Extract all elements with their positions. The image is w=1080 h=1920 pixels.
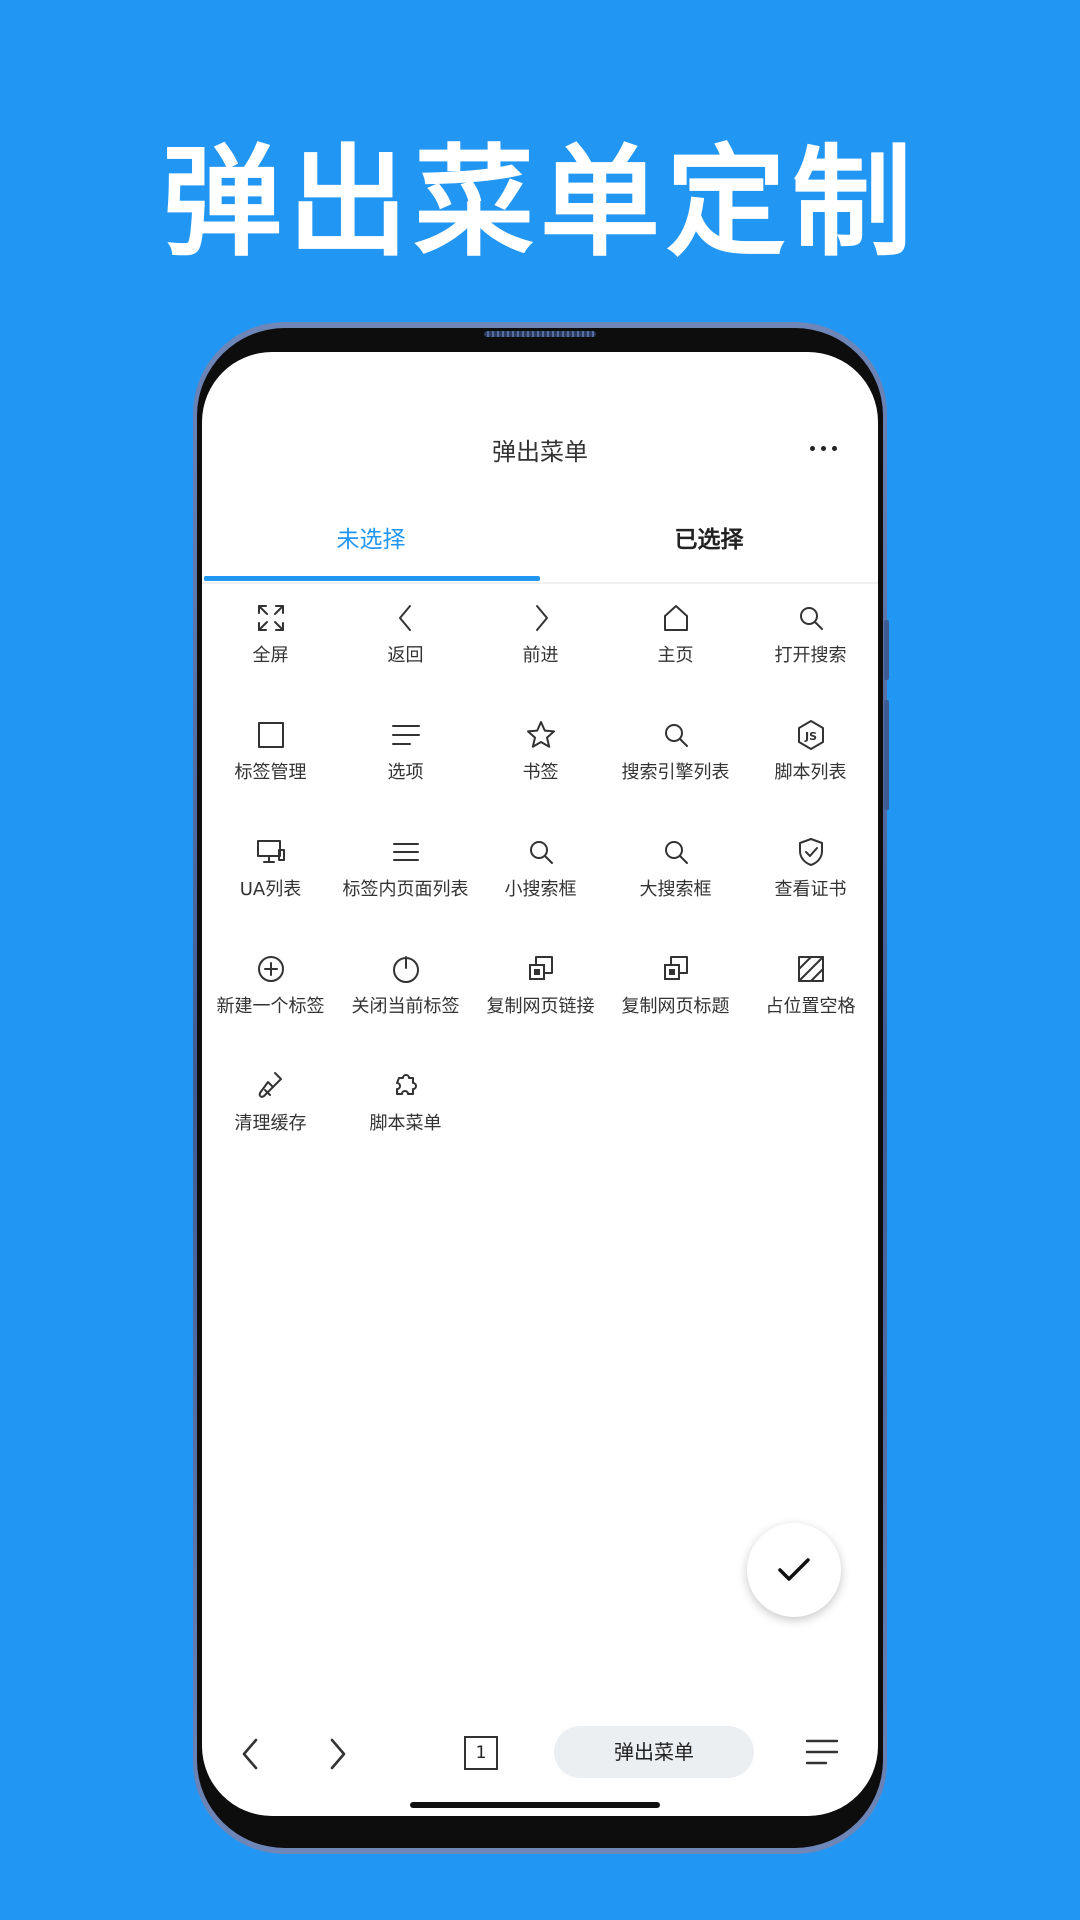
phone-speaker [484, 331, 596, 337]
power-icon [390, 953, 422, 985]
more-options-button[interactable] [804, 434, 844, 464]
tabs-count-button[interactable]: 1 [464, 1736, 498, 1770]
menu-item[interactable]: 关闭当前标签 [338, 933, 473, 1045]
headline: 弹出菜单定制 [162, 134, 918, 273]
copy-icon [660, 953, 692, 985]
chevron-left-icon [390, 602, 422, 634]
search-icon [660, 719, 692, 751]
menu-item-label: 脚本列表 [774, 762, 847, 783]
confirm-button[interactable] [747, 1523, 841, 1617]
menu-item-label: 关闭当前标签 [351, 996, 460, 1017]
menu-item[interactable]: JS 脚本列表 [743, 699, 878, 811]
menu-icon [390, 836, 422, 868]
menu-item-label: 主页 [657, 645, 694, 666]
menu-item[interactable]: 小搜索框 [473, 816, 608, 928]
menu-item-label: 打开搜索 [774, 645, 847, 666]
tab-indicator [204, 576, 540, 581]
title-bar: 弹出菜单 [202, 352, 878, 502]
puzzle-icon [390, 1070, 422, 1102]
menu-item[interactable]: 复制网页链接 [473, 933, 608, 1045]
menu-item-label: 大搜索框 [639, 879, 712, 900]
menu-item[interactable]: 复制网页标题 [608, 933, 743, 1045]
shield-check-icon [795, 836, 827, 868]
menu-item[interactable]: UA列表 [203, 816, 338, 928]
menu-item-label: 新建一个标签 [216, 996, 325, 1017]
menu-item-label: 脚本菜单 [369, 1113, 442, 1134]
nav-forward-button[interactable] [326, 1732, 350, 1776]
home-icon [660, 602, 692, 634]
popup-menu-button[interactable]: 弹出菜单 [554, 1726, 754, 1778]
menu-item[interactable]: 前进 [473, 582, 608, 694]
search-icon [525, 836, 557, 868]
menu-item[interactable]: 全屏 [203, 582, 338, 694]
copy-icon [525, 953, 557, 985]
search-icon [795, 602, 827, 634]
more-dot-icon [832, 446, 837, 451]
home-indicator [410, 1802, 660, 1808]
tab-selected[interactable]: 已选择 [540, 500, 878, 582]
lines-icon [390, 719, 422, 751]
volume-button [884, 620, 889, 680]
menu-item-label: 查看证书 [774, 879, 847, 900]
more-dot-icon [810, 446, 815, 451]
tab-unselected[interactable]: 未选择 [202, 500, 540, 582]
menu-item-label: 清理缓存 [234, 1113, 307, 1134]
power-button [884, 700, 889, 810]
tab-bar: 未选择 已选择 [202, 500, 878, 584]
chevron-right-icon [330, 1738, 346, 1770]
menu-item-label: 复制网页链接 [486, 996, 595, 1017]
menu-item-label: 占位置空格 [765, 996, 856, 1017]
menu-lines-icon [805, 1739, 839, 1765]
menu-item[interactable]: 清理缓存 [203, 1050, 338, 1162]
menu-item[interactable]: 新建一个标签 [203, 933, 338, 1045]
nav-more-button[interactable] [804, 1734, 840, 1778]
menu-item[interactable]: 大搜索框 [608, 816, 743, 928]
hatched-square-icon [795, 953, 827, 985]
js-icon: JS [795, 719, 827, 751]
search-icon [660, 836, 692, 868]
check-icon [778, 1558, 810, 1581]
fullscreen-icon [255, 602, 287, 634]
monitor-icon [255, 836, 287, 868]
more-dot-icon [821, 446, 826, 451]
menu-item-label: UA列表 [239, 879, 302, 900]
menu-item[interactable]: 书签 [473, 699, 608, 811]
star-icon [525, 719, 557, 751]
menu-item[interactable]: 查看证书 [743, 816, 878, 928]
menu-item[interactable]: 标签管理 [203, 699, 338, 811]
menu-item[interactable]: 占位置空格 [743, 933, 878, 1045]
menu-item[interactable]: 脚本菜单 [338, 1050, 473, 1162]
phone-screen: 弹出菜单 未选择 已选择 全屏 返回 前进 主页 打开搜索标签管理 选项 书签 搜索引擎列表 J… [202, 352, 878, 1816]
menu-item[interactable]: 打开搜索 [743, 582, 878, 694]
nav-back-button[interactable] [238, 1732, 262, 1776]
broom-icon [255, 1070, 287, 1102]
menu-item[interactable]: 返回 [338, 582, 473, 694]
menu-item-label: 复制网页标题 [621, 996, 730, 1017]
bottom-nav: 1 弹出菜单 [202, 1712, 878, 1802]
menu-item-label: 标签内页面列表 [342, 879, 469, 900]
menu-item[interactable]: 主页 [608, 582, 743, 694]
menu-item-label: 前进 [522, 645, 559, 666]
menu-item-label: 标签管理 [234, 762, 307, 783]
menu-item-label: 选项 [387, 762, 424, 783]
menu-item-label: 书签 [522, 762, 559, 783]
menu-item-label: 返回 [387, 645, 424, 666]
svg-text:JS: JS [804, 730, 817, 743]
chevron-left-icon [242, 1738, 258, 1770]
menu-item[interactable]: 标签内页面列表 [338, 816, 473, 928]
plus-circle-icon [255, 953, 287, 985]
menu-item-label: 全屏 [252, 645, 289, 666]
menu-item-label: 搜索引擎列表 [621, 762, 730, 783]
menu-item[interactable]: 选项 [338, 699, 473, 811]
chevron-right-icon [525, 602, 557, 634]
page-title: 弹出菜单 [492, 438, 588, 466]
menu-item[interactable]: 搜索引擎列表 [608, 699, 743, 811]
menu-item-label: 小搜索框 [504, 879, 577, 900]
square-icon [255, 719, 287, 751]
